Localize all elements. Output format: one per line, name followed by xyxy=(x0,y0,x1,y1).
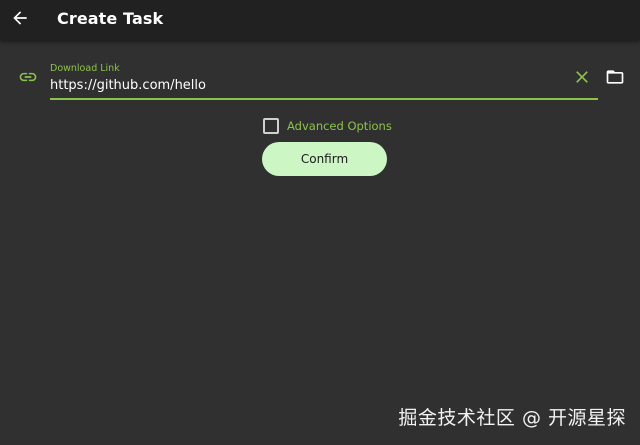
advanced-options-checkbox[interactable] xyxy=(263,118,279,134)
advanced-options-label: Advanced Options xyxy=(287,119,392,133)
arrow-left-icon xyxy=(13,11,27,25)
download-link-field: Download Link xyxy=(50,60,598,100)
advanced-options-toggle[interactable]: Advanced Options xyxy=(263,117,392,135)
download-link-label: Download Link xyxy=(50,63,120,74)
page-title: Create Task xyxy=(57,9,164,28)
close-icon[interactable] xyxy=(572,67,592,87)
create-task-screen: Create Task Download Link Advanced Optio… xyxy=(0,0,640,445)
confirm-button[interactable]: Confirm xyxy=(262,142,387,176)
download-link-input[interactable] xyxy=(50,74,560,96)
back-button[interactable] xyxy=(8,6,32,30)
field-underline xyxy=(50,98,598,100)
app-bar: Create Task xyxy=(0,0,640,40)
folder-icon[interactable] xyxy=(604,67,626,87)
watermark-text: 掘金技术社区 @ 开源星探 xyxy=(398,407,626,429)
link-icon xyxy=(19,72,37,82)
